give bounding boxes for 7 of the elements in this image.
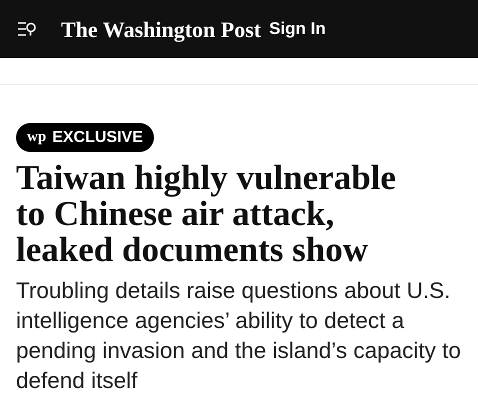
site-logo[interactable]: The Washington Post	[61, 12, 262, 46]
article-subheadline: Troubling details raise questions about U.S. intelligence agencies’ ability to detect a pending invasion and the island’s capacity to defend itself	[16, 277, 462, 395]
menu-search-icon[interactable]	[17, 21, 37, 37]
sign-in-link[interactable]: Sign In	[269, 16, 326, 42]
badge-label: EXCLUSIVE	[52, 128, 143, 148]
badge-logo: wp	[27, 128, 46, 148]
article-headline: Taiwan highly vulnerable to Chinese air attack, leaked documents show	[16, 160, 397, 268]
